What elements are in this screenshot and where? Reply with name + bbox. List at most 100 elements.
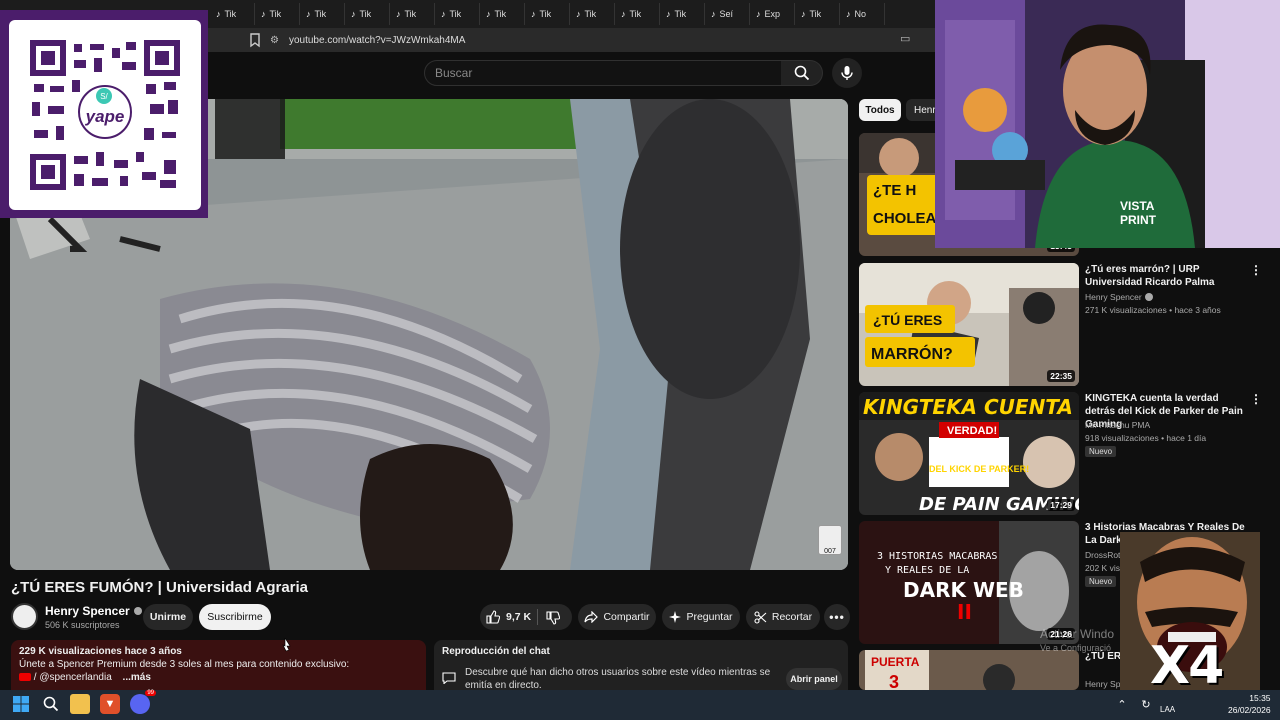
- clock-date: 26/02/2026: [1228, 705, 1271, 715]
- thumbnail-text-line: KINGTEKA CUENTA LA: [863, 395, 1079, 419]
- system-clock[interactable]: 15:35 26/02/2026: [1228, 692, 1271, 716]
- open-panel-button[interactable]: Abrir panel: [786, 668, 842, 690]
- tab-label: Tik: [449, 9, 462, 19]
- thumbnail-text-line: DARK WEB: [903, 578, 1024, 602]
- subscribe-button[interactable]: Suscribirme: [199, 604, 271, 630]
- yape-qr-code: S/ yape: [30, 40, 180, 190]
- more-actions-button[interactable]: •••: [824, 604, 850, 630]
- recommendation-stats: 202 K visu: [1085, 563, 1125, 573]
- ask-button[interactable]: Preguntar: [662, 604, 740, 630]
- thumbnail-text-line: 3: [889, 672, 899, 690]
- tab-label: Tik: [269, 9, 282, 19]
- chip-all[interactable]: Todos: [859, 99, 901, 121]
- tab-favicon-icon: ♪: [216, 9, 221, 19]
- thumbnail-text-line: II: [957, 600, 972, 624]
- watermark-text: 007: [824, 548, 836, 555]
- search-icon[interactable]: [41, 694, 61, 714]
- brave-browser-icon[interactable]: ▼: [100, 694, 120, 714]
- share-button[interactable]: Compartir: [578, 604, 656, 630]
- thumbnail-text-line: 3 HISTORIAS MACABRAS: [877, 551, 997, 562]
- show-more-link[interactable]: ...más: [123, 672, 151, 683]
- browser-tab[interactable]: ♪ Exp: [750, 3, 795, 25]
- sparkle-icon: [669, 611, 682, 623]
- file-explorer-icon[interactable]: [70, 694, 90, 714]
- ask-label: Preguntar: [686, 611, 733, 623]
- install-app-icon[interactable]: ▭: [900, 32, 910, 45]
- chat-replay-description: Descubre qué han dicho otros usuarios so…: [465, 667, 771, 691]
- duration-badge: 17:29: [1047, 499, 1075, 511]
- voice-search-button[interactable]: [832, 58, 862, 88]
- browser-tab[interactable]: ♪ Tik: [210, 3, 255, 25]
- dislike-button[interactable]: [546, 611, 560, 625]
- browser-tab[interactable]: ♪ Tik: [660, 3, 705, 25]
- activate-line-2: Ve a Configuració: [1040, 643, 1112, 653]
- thumbnail-text-line: CHOLEA: [873, 210, 937, 227]
- search-icon: [794, 65, 809, 81]
- video-title: ¿TÚ ERES FUMÓN? | Universidad Agraria: [11, 579, 309, 596]
- browser-tab[interactable]: ♪ Tik: [480, 3, 525, 25]
- browser-tab[interactable]: ♪ Tik: [390, 3, 435, 25]
- tab-label: Exp: [764, 9, 781, 19]
- clock-time: 15:35: [1249, 693, 1271, 703]
- url-field[interactable]: ⚙ youtube.com/watch?v=JWzWmkah4MA: [270, 30, 910, 50]
- channel-name-link[interactable]: Henry Spencer: [45, 604, 142, 618]
- like-divider: [537, 609, 538, 625]
- join-button[interactable]: Unirme: [143, 604, 193, 630]
- svg-text:S/: S/: [100, 92, 108, 101]
- recommendation-channel-name: Henry Spencer: [1085, 292, 1142, 302]
- chevron-up-icon[interactable]: ⌃: [1112, 694, 1132, 714]
- thumbnail-image: 3 HISTORIAS MACABRAS Y REALES DE LA DARK…: [859, 521, 1079, 644]
- recommendation-thumbnail-4[interactable]: 3 HISTORIAS MACABRAS Y REALES DE LA DARK…: [859, 521, 1079, 644]
- verified-icon: [133, 607, 142, 615]
- tab-label: Tik: [539, 9, 552, 19]
- browser-tab[interactable]: ♪ No: [840, 3, 885, 25]
- browser-tab[interactable]: ♪ Seí: [705, 3, 750, 25]
- microphone-icon: [841, 66, 853, 80]
- browser-tab[interactable]: ♪ Tik: [255, 3, 300, 25]
- recommendation-thumbnail-2[interactable]: ¿TÚ ERES MARRÓN? 22:35: [859, 263, 1079, 386]
- thumbnail-text-line: DEL KICK DE PARKER!: [929, 464, 1029, 474]
- browser-tab[interactable]: ♪ Tik: [345, 3, 390, 25]
- browser-tab[interactable]: ♪ Tik: [525, 3, 570, 25]
- browser-tab[interactable]: ♪ Tik: [570, 3, 615, 25]
- site-info-icon[interactable]: ⚙: [270, 35, 279, 46]
- tab-favicon-icon: ♪: [396, 9, 401, 19]
- chat-icon: [442, 672, 456, 684]
- browser-tab[interactable]: ♪ Tik: [300, 3, 345, 25]
- channel-handle-link[interactable]: / @spencerlandia: [34, 672, 112, 683]
- browser-tab[interactable]: ♪ Tik: [795, 3, 840, 25]
- yape-logo-text: yape: [85, 107, 125, 126]
- search-button[interactable]: [781, 60, 823, 86]
- recommendation-title[interactable]: ¿Tú eres marrón? | URP Universidad Ricar…: [1085, 263, 1245, 289]
- windows-taskbar: [0, 690, 1280, 720]
- channel-avatar[interactable]: [11, 603, 38, 630]
- description-box[interactable]: 229 K visualizaciones hace 3 años Únete …: [11, 640, 426, 690]
- recommendation-channel[interactable]: Henry Spencer: [1085, 292, 1153, 302]
- channel-watermark[interactable]: 007: [818, 525, 842, 555]
- sync-icon[interactable]: ↻: [1136, 694, 1156, 714]
- browser-tab[interactable]: ♪ Tik: [435, 3, 480, 25]
- recommendation-thumbnail-5[interactable]: PUERTA 3: [859, 650, 1079, 690]
- tab-label: Seí: [719, 9, 734, 19]
- scissors-icon: [754, 610, 767, 624]
- clip-button[interactable]: Recortar: [746, 604, 820, 630]
- discord-icon[interactable]: 99: [130, 690, 156, 714]
- recommendation-thumbnail-3[interactable]: KINGTEKA CUENTA LA VERDAD! DEL KICK DE P…: [859, 392, 1079, 515]
- recommendation-menu-icon[interactable]: ⋮: [1250, 392, 1262, 406]
- multiplier-label: X4: [1150, 636, 1224, 696]
- bookmark-icon[interactable]: [248, 32, 262, 48]
- recommendation-channel[interactable]: Mr. Pikachu PMA: [1085, 420, 1150, 430]
- webcam-image: VISTA PRINT: [935, 0, 1280, 248]
- tab-label: No: [854, 9, 867, 19]
- recommendation-menu-icon[interactable]: ⋮: [1250, 263, 1262, 277]
- more-horizontal-icon: •••: [829, 610, 845, 624]
- language-indicator[interactable]: LAA: [1160, 705, 1175, 714]
- recommendation-channel[interactable]: DrossRotz: [1085, 550, 1125, 560]
- tab-label: Tik: [674, 9, 687, 19]
- thumbnail-text-line: MARRÓN?: [871, 344, 953, 363]
- search-input[interactable]: Buscar: [424, 60, 782, 86]
- browser-tab[interactable]: ♪ Tik: [615, 3, 660, 25]
- mouse-cursor-icon: [282, 638, 291, 652]
- tab-favicon-icon: ♪: [261, 9, 266, 19]
- windows-start-icon[interactable]: [11, 694, 31, 714]
